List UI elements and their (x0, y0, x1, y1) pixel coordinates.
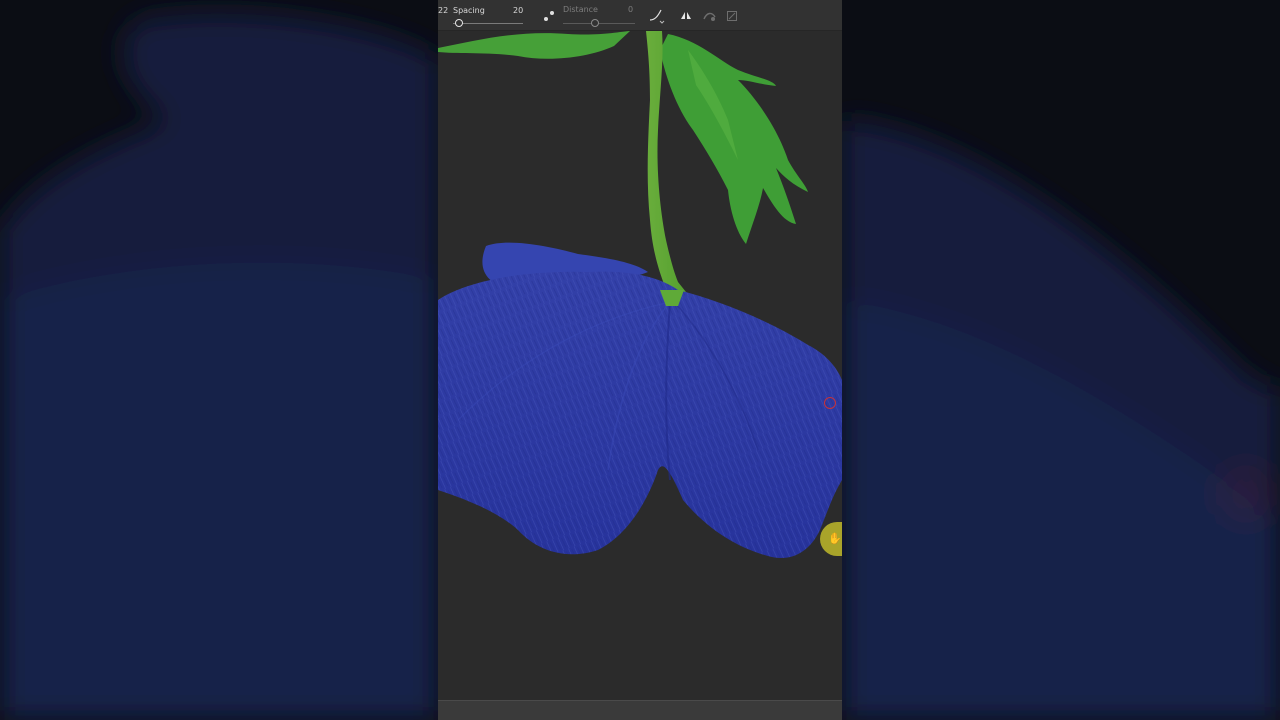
distance-label: Distance (563, 5, 598, 14)
spacing-label: Spacing (453, 6, 485, 15)
brush-cursor-ring (824, 397, 836, 409)
transform-icon[interactable] (726, 10, 738, 22)
scatter-dots-icon[interactable] (542, 9, 556, 23)
size-value: 22 (438, 6, 449, 15)
distance-slider-knob[interactable] (591, 19, 600, 27)
distance-slider[interactable] (563, 23, 635, 24)
spacing-slider[interactable] (453, 23, 523, 24)
distance-value: 0 (628, 5, 634, 14)
spacing-slider-knob[interactable] (454, 19, 463, 27)
pressure-curve-icon[interactable] (648, 8, 666, 24)
app-window: 22 Spacing 20 Distance 0 ✋ (438, 0, 842, 720)
brush-toolbar: 22 Spacing 20 Distance 0 (438, 0, 842, 31)
spacing-value: 20 (513, 6, 524, 15)
flower-artwork (438, 31, 842, 559)
status-bar (438, 700, 842, 720)
blurred-background-left (0, 0, 438, 720)
painting-canvas[interactable]: ✋ (438, 31, 842, 700)
stroke-mode-icon[interactable] (702, 9, 718, 23)
blurred-background-right (842, 0, 1280, 720)
symmetry-icon[interactable] (679, 10, 693, 22)
hand-tool-icon: ✋ (828, 532, 842, 545)
